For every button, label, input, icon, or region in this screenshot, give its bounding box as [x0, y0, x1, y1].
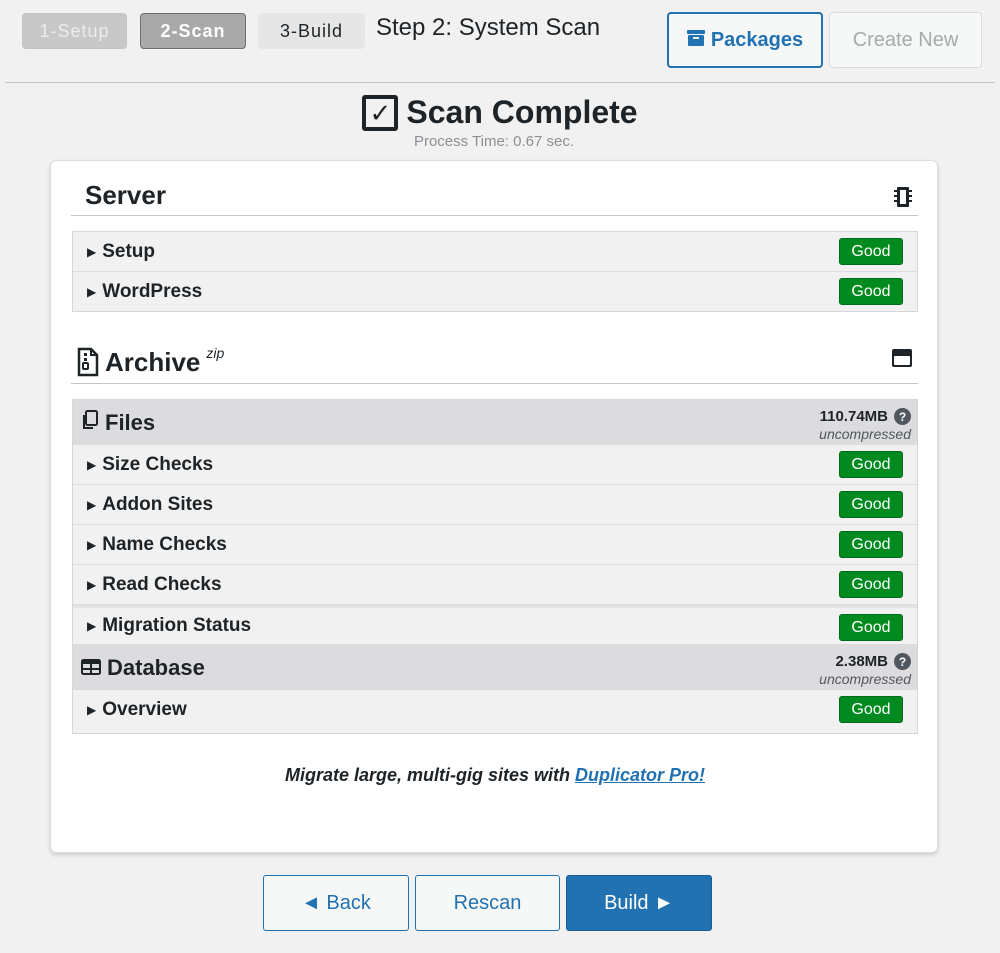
- archive-checks: Files 110.74MB ? uncompressed ▶ Size Che…: [72, 399, 918, 734]
- caret-right-icon: ▶: [87, 244, 97, 259]
- archive-title: Archive: [105, 347, 201, 377]
- status-badge: Good: [839, 238, 903, 265]
- list-item: ▶ WordPress Good: [73, 272, 917, 312]
- status-badge: Good: [839, 491, 903, 518]
- caret-right-icon: ▶: [87, 497, 97, 512]
- packages-button[interactable]: Packages: [667, 12, 823, 68]
- files-size-value: 110.74MB: [819, 408, 888, 425]
- scan-results-panel: Server ▶ Setup Good ▶ WordPress Good Arc…: [50, 160, 938, 853]
- row-label: Overview: [102, 699, 187, 720]
- step-setup: 1-Setup: [22, 13, 127, 49]
- caret-right-icon: ▶: [87, 703, 97, 717]
- list-item: ▶ Overview Good: [73, 690, 917, 730]
- scan-title: Scan Complete: [406, 94, 638, 130]
- addon-sites-toggle[interactable]: ▶ Addon Sites: [87, 494, 213, 516]
- row-label: Addon Sites: [102, 493, 214, 515]
- row-label: Read Checks: [102, 573, 222, 595]
- duplicator-pro-link[interactable]: Duplicator Pro!: [575, 765, 705, 785]
- status-badge: Good: [839, 696, 903, 723]
- scan-status-header: ✓ Scan Complete: [0, 94, 1000, 131]
- server-title: Server: [85, 180, 166, 210]
- process-time: Process Time: 0.67 sec.: [413, 133, 575, 150]
- list-item: ▶ Setup Good: [73, 232, 917, 272]
- step-build: 3-Build: [258, 13, 365, 49]
- setup-toggle[interactable]: ▶ Setup: [87, 241, 155, 263]
- archive-box-icon: [686, 29, 705, 52]
- help-icon[interactable]: ?: [894, 653, 911, 670]
- create-new-button[interactable]: Create New: [829, 12, 982, 68]
- server-section-header: Server: [71, 178, 918, 216]
- wordpress-toggle[interactable]: ▶ WordPress: [87, 281, 202, 303]
- list-item: ▶ Read Checks Good: [73, 565, 917, 605]
- archive-section-header: Archive zip: [71, 341, 918, 384]
- files-group-header: Files 110.74MB ? uncompressed: [73, 400, 917, 445]
- row-label: Migration Status: [102, 615, 252, 636]
- row-label: Setup: [102, 240, 156, 262]
- row-label: WordPress: [102, 281, 203, 302]
- promo-message: Migrate large, multi-gig sites with Dupl…: [51, 765, 939, 786]
- list-item: ▶ Name Checks Good: [73, 525, 917, 565]
- caret-right-icon: ▶: [87, 619, 97, 633]
- files-title: Files: [105, 409, 156, 435]
- file-zip-icon: [77, 347, 99, 384]
- files-size-note: uncompressed: [819, 426, 911, 442]
- database-size-note: uncompressed: [819, 671, 911, 687]
- caret-right-icon: ▶: [87, 577, 97, 592]
- caret-right-icon: ▶: [87, 285, 97, 299]
- build-button[interactable]: Build ►: [566, 875, 712, 931]
- database-group-header: Database 2.38MB ? uncompressed: [73, 645, 917, 690]
- step-scan: 2-Scan: [140, 13, 246, 49]
- files-size: 110.74MB ? uncompressed: [819, 408, 911, 442]
- status-badge: Good: [839, 614, 903, 641]
- page-title: Step 2: System Scan: [376, 14, 601, 41]
- name-checks-toggle[interactable]: ▶ Name Checks: [87, 534, 227, 556]
- server-checks: ▶ Setup Good ▶ WordPress Good: [72, 231, 918, 312]
- database-size-value: 2.38MB: [835, 653, 888, 670]
- archive-type: zip: [206, 345, 225, 361]
- overview-toggle[interactable]: ▶ Overview: [87, 699, 187, 721]
- caret-right-icon: ▶: [87, 537, 97, 552]
- back-button[interactable]: ◄ Back: [263, 875, 409, 931]
- packages-label: Packages: [710, 28, 804, 51]
- size-checks-toggle[interactable]: ▶ Size Checks: [87, 454, 213, 476]
- migration-status-toggle[interactable]: ▶ Migration Status: [87, 615, 251, 637]
- row-label: Name Checks: [102, 533, 227, 555]
- read-checks-toggle[interactable]: ▶ Read Checks: [87, 574, 222, 596]
- list-item: ▶ Migration Status Good: [73, 605, 917, 645]
- header-divider: [5, 82, 995, 83]
- status-badge: Good: [839, 278, 903, 305]
- list-item: ▶ Addon Sites Good: [73, 485, 917, 525]
- status-badge: Good: [839, 451, 903, 478]
- list-item: ▶ Size Checks Good: [73, 445, 917, 485]
- row-label: Size Checks: [102, 453, 214, 475]
- top-bar: 1-Setup 2-Scan 3-Build Step 2: System Sc…: [0, 0, 1000, 82]
- database-title: Database: [107, 654, 205, 680]
- rescan-button[interactable]: Rescan: [415, 875, 560, 931]
- table-icon: [81, 655, 101, 681]
- archive-drive-icon: [892, 349, 912, 372]
- checkbox-checked-icon: ✓: [362, 94, 399, 131]
- status-badge: Good: [839, 531, 903, 558]
- status-badge: Good: [839, 571, 903, 598]
- database-size: 2.38MB ? uncompressed: [819, 653, 911, 687]
- help-icon[interactable]: ?: [894, 408, 911, 425]
- files-copy-icon: [81, 409, 99, 436]
- promo-text: Migrate large, multi-gig sites with: [284, 765, 576, 785]
- caret-right-icon: ▶: [87, 457, 97, 472]
- microchip-icon: [894, 186, 912, 213]
